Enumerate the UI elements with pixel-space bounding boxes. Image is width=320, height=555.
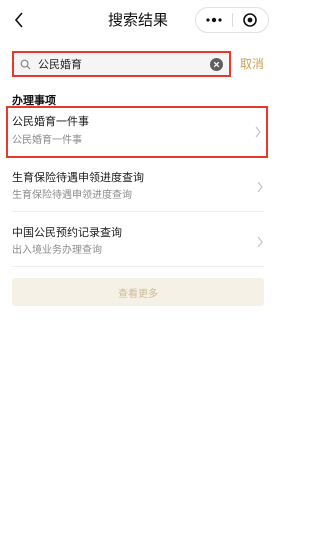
result-subtitle: 公民婚育一件事 xyxy=(12,135,82,146)
more-dots-icon xyxy=(206,17,222,23)
clear-search-button[interactable] xyxy=(209,57,223,71)
search-row: 取消 xyxy=(0,48,276,80)
search-icon xyxy=(20,58,32,70)
chevron-right-icon xyxy=(257,181,263,193)
search-box[interactable] xyxy=(12,51,231,77)
divider xyxy=(12,211,264,212)
more-button[interactable] xyxy=(196,8,232,32)
view-more-button[interactable]: 查看更多 xyxy=(12,278,264,306)
result-item[interactable]: 生育保险待遇申领进度查询 生育保险待遇申领进度查询 xyxy=(0,163,276,213)
divider xyxy=(12,266,264,267)
chevron-right-icon xyxy=(257,236,263,248)
result-title: 生育保险待遇申领进度查询 xyxy=(12,171,144,184)
clear-icon xyxy=(209,57,223,71)
result-title: 中国公民预约记录查询 xyxy=(12,226,122,239)
mini-program-capsule xyxy=(195,7,269,33)
result-subtitle: 生育保险待遇申领进度查询 xyxy=(12,190,132,201)
result-subtitle: 出入境业务办理查询 xyxy=(12,245,102,256)
navbar: 搜索结果 xyxy=(0,0,276,40)
result-item[interactable]: 公民婚育一件事 公民婚育一件事 xyxy=(6,106,268,158)
target-close-icon xyxy=(243,13,258,27)
result-item[interactable]: 中国公民预约记录查询 出入境业务办理查询 xyxy=(0,218,276,268)
cancel-button[interactable]: 取消 xyxy=(240,56,264,72)
close-mini-program-button[interactable] xyxy=(232,8,268,32)
chevron-right-icon xyxy=(255,126,261,138)
search-input[interactable] xyxy=(38,55,209,73)
result-title: 公民婚育一件事 xyxy=(12,115,89,128)
